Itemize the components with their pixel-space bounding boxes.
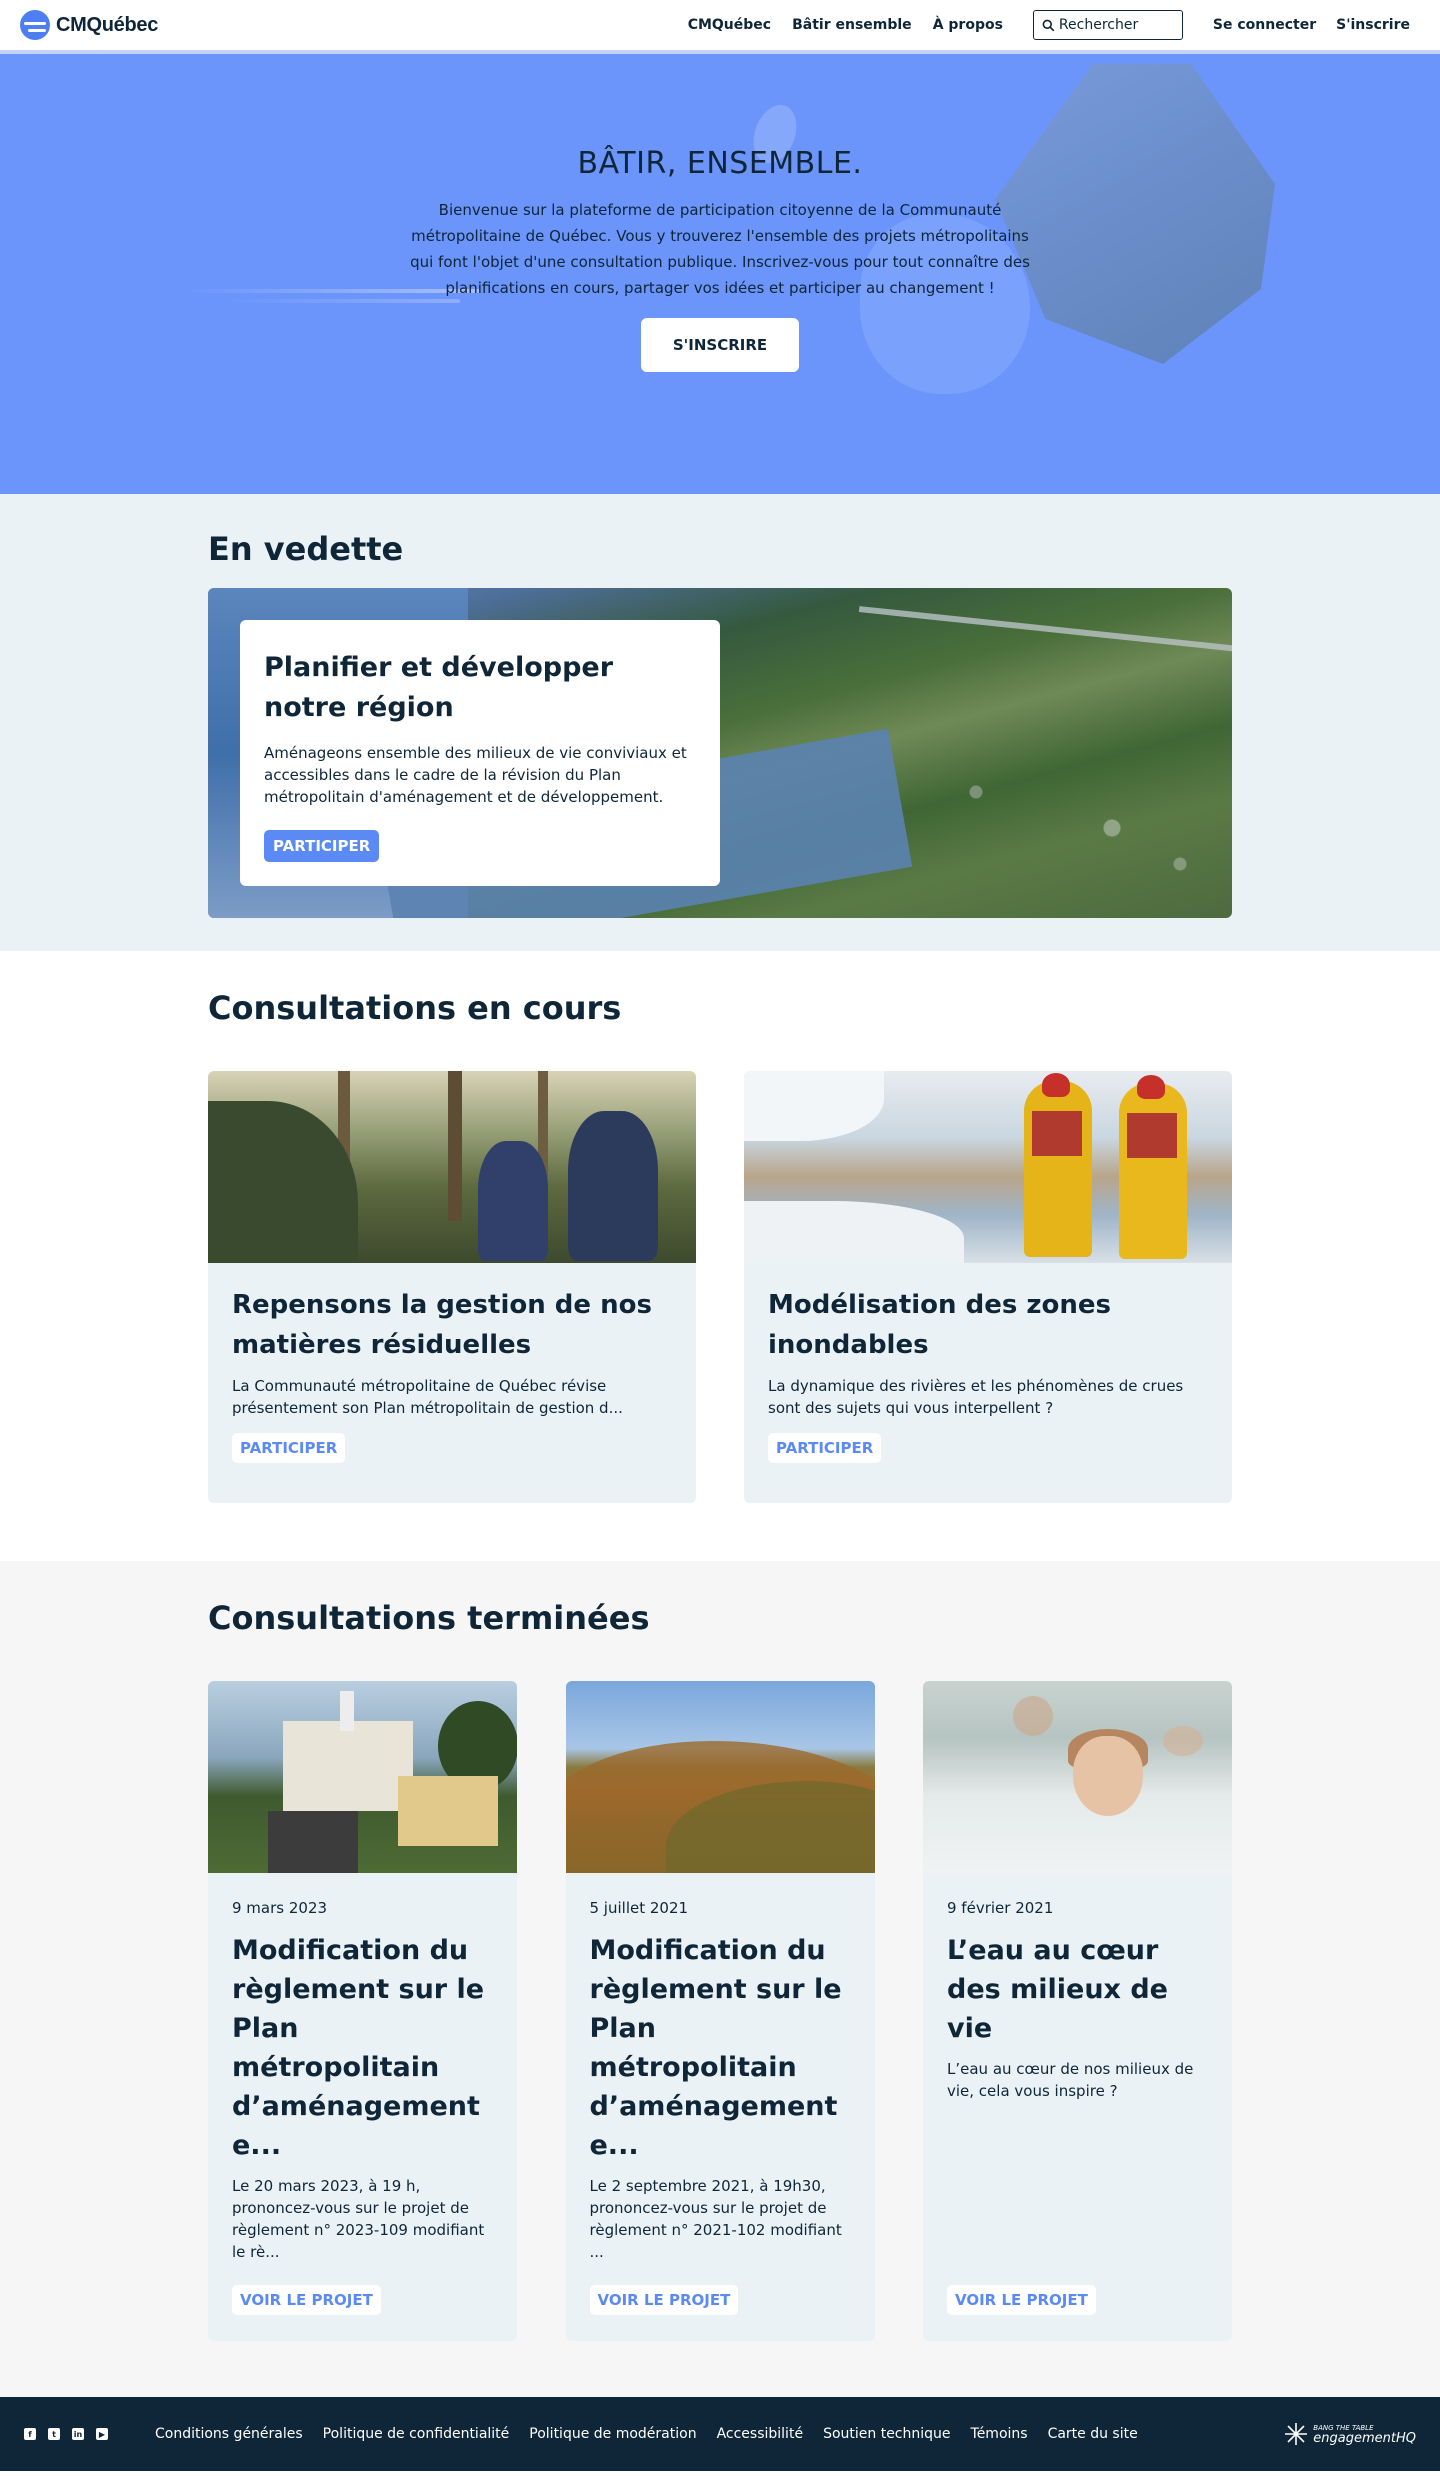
footer-link-cookies[interactable]: Témoins	[971, 2426, 1028, 2442]
youtube-icon[interactable]: ▶	[96, 2428, 108, 2440]
featured-image-road	[858, 606, 1232, 656]
footer-link-terms[interactable]: Conditions générales	[155, 2426, 303, 2442]
featured-section-title: En vedette	[208, 530, 404, 568]
finished-card[interactable]: 9 mars 2023 Modification du règlement su…	[208, 1681, 517, 2341]
footer-link-accessibility[interactable]: Accessibilité	[717, 2426, 803, 2442]
consultation-card[interactable]: Repensons la gestion de nos matières rés…	[208, 1071, 696, 1503]
cmq-logo-icon	[20, 10, 50, 40]
featured-text: Aménageons ensemble des milieux de vie c…	[264, 744, 687, 806]
card-title[interactable]: Modélisation des zones inondables	[768, 1285, 1208, 1365]
site-logo[interactable]: CMQuébec	[20, 10, 158, 40]
hero-signup-button[interactable]: S'INSCRIRE	[641, 318, 799, 372]
engagementhq-star-icon	[1285, 2423, 1308, 2445]
card-text: La dynamique des rivières et les phénomè…	[768, 1377, 1184, 1417]
twitter-icon[interactable]: t	[48, 2428, 60, 2440]
card-text: La Communauté métropolitaine de Québec r…	[232, 1377, 623, 1417]
card-image-autumn-hills	[565, 1681, 875, 1873]
featured-section: En vedette Planifier et développer notre…	[0, 494, 1440, 951]
site-footer: f t in ▶ Conditions générales Politique …	[0, 2397, 1440, 2471]
card-body: Modélisation des zones inondables La dyn…	[744, 1263, 1232, 1485]
participate-button[interactable]: PARTICIPER	[768, 1433, 882, 1463]
card-date: 9 février 2021	[947, 1899, 1054, 1917]
featured-title[interactable]: Planifier et développer notre région	[264, 648, 696, 728]
card-body: Repensons la gestion de nos matières rés…	[208, 1263, 696, 1485]
site-header: CMQuébec CMQuébec Bâtir ensemble À propo…	[0, 0, 1440, 54]
card-body: 5 juillet 2021 Modification du règlement…	[566, 1873, 875, 2289]
search-input[interactable]	[1058, 17, 1169, 33]
auth-links: Se connecter S'inscrire	[1213, 17, 1410, 33]
hero-title: BÂTIR, ENSEMBLE.	[577, 146, 863, 181]
social-links: f t in ▶	[24, 2428, 108, 2440]
logo-text: CMQuébec	[56, 13, 159, 36]
card-text: Le 20 mars 2023, à 19 h, prononcez-vous …	[232, 2177, 485, 2261]
view-project-button[interactable]: VOIR LE PROJET	[947, 2285, 1096, 2315]
finished-section-title: Consultations terminées	[208, 1599, 650, 1637]
featured-image-houses	[908, 738, 1232, 918]
featured-content-box: Planifier et développer notre région Amé…	[240, 620, 720, 886]
finished-cards-grid: 9 mars 2023 Modification du règlement su…	[208, 1681, 1232, 2341]
current-section-title: Consultations en cours	[208, 989, 622, 1027]
finished-card[interactable]: 5 juillet 2021 Modification du règlement…	[565, 1681, 875, 2341]
card-image-forest-cleanup	[208, 1071, 696, 1263]
search-icon	[1042, 19, 1055, 31]
login-link[interactable]: Se connecter	[1213, 17, 1316, 33]
footer-link-moderation[interactable]: Politique de modération	[529, 2426, 696, 2442]
card-title[interactable]: Modification du règlement sur le Plan mé…	[232, 1931, 493, 2165]
consultation-card[interactable]: Modélisation des zones inondables La dyn…	[744, 1071, 1232, 1503]
footer-link-privacy[interactable]: Politique de confidentialité	[323, 2426, 510, 2442]
card-date: 5 juillet 2021	[589, 1899, 689, 1917]
nav-a-propos[interactable]: À propos	[933, 17, 1003, 33]
card-title[interactable]: L’eau au cœur des milieux de vie	[947, 1931, 1208, 2048]
card-body: 9 février 2021 L’eau au cœur des milieux…	[923, 1873, 1232, 2128]
featured-participate-button[interactable]: PARTICIPER	[264, 830, 380, 862]
footer-links: Conditions générales Politique de confid…	[155, 2426, 1158, 2442]
hero-text: Bienvenue sur la plateforme de participa…	[410, 201, 1030, 297]
linkedin-icon[interactable]: in	[72, 2428, 84, 2440]
facebook-icon[interactable]: f	[24, 2428, 36, 2440]
hero-banner: BÂTIR, ENSEMBLE. Bienvenue sur la platef…	[0, 54, 1440, 494]
search-box[interactable]	[1032, 10, 1183, 40]
card-text: Le 2 septembre 2021, à 19h30, prononcez-…	[589, 2177, 842, 2261]
engagementhq-logo[interactable]: BANG THE TABLE engagementHQ	[1283, 2421, 1416, 2447]
card-date: 9 mars 2023	[232, 1899, 328, 1917]
brand-name: engagementHQ	[1313, 2430, 1416, 2446]
card-image-village	[208, 1681, 517, 1873]
footer-link-sitemap[interactable]: Carte du site	[1048, 2426, 1138, 2442]
nav-batir-ensemble[interactable]: Bâtir ensemble	[792, 17, 912, 33]
view-project-button[interactable]: VOIR LE PROJET	[232, 2285, 381, 2315]
main-nav: CMQuébec Bâtir ensemble À propos Se conn…	[667, 10, 1410, 40]
finished-consultations-section: Consultations terminées 9 mars 2023 Modi…	[0, 1561, 1440, 2397]
featured-card: Planifier et développer notre région Amé…	[208, 588, 1232, 918]
finished-card[interactable]: 9 février 2021 L’eau au cœur des milieux…	[923, 1681, 1232, 2341]
participate-button[interactable]: PARTICIPER	[232, 1433, 346, 1463]
card-image-swimmer	[923, 1681, 1232, 1873]
current-consultations-section: Consultations en cours Repensons la gest…	[0, 951, 1440, 1561]
view-project-button[interactable]: VOIR LE PROJET	[589, 2285, 739, 2315]
card-body: 9 mars 2023 Modification du règlement su…	[208, 1873, 517, 2289]
nav-cmquebec[interactable]: CMQuébec	[688, 17, 771, 33]
card-title[interactable]: Modification du règlement sur le Plan mé…	[590, 1931, 851, 2165]
card-image-flood-rescue	[744, 1071, 1232, 1263]
footer-link-support[interactable]: Soutien technique	[823, 2426, 950, 2442]
engagementhq-wordmark: BANG THE TABLE engagementHQ	[1313, 2424, 1416, 2445]
current-cards-grid: Repensons la gestion de nos matières rés…	[208, 1071, 1232, 1503]
card-title[interactable]: Repensons la gestion de nos matières rés…	[232, 1285, 672, 1365]
signup-link[interactable]: S'inscrire	[1336, 17, 1410, 33]
card-text: L’eau au cœur de nos milieux de vie, cel…	[947, 2060, 1194, 2100]
